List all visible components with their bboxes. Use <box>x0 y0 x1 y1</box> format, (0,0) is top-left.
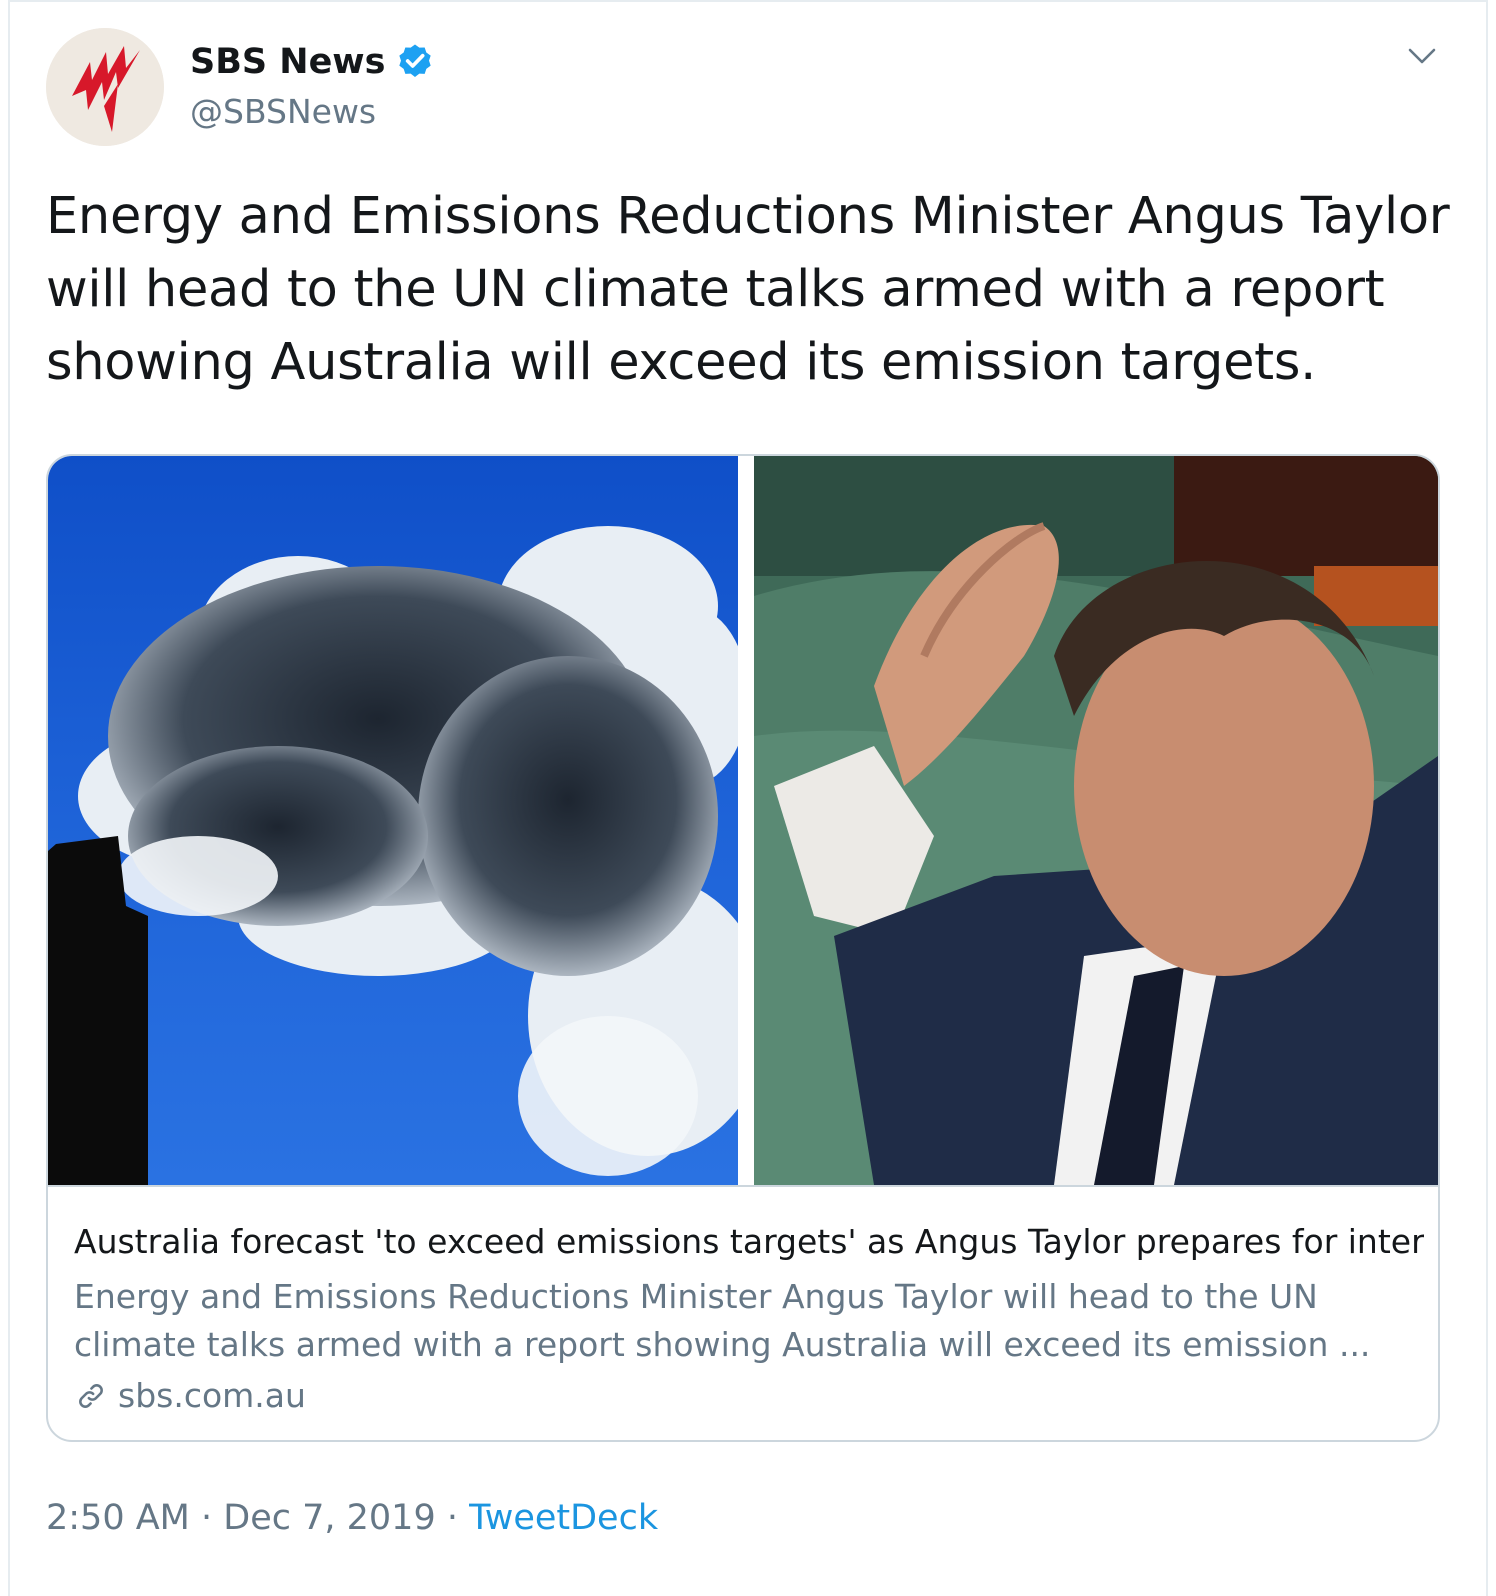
tweet-time[interactable]: 2:50 AM <box>46 1498 190 1538</box>
minister-photo <box>754 456 1438 1185</box>
sbs-logo-icon <box>46 28 164 146</box>
chevron-down-icon[interactable] <box>1404 38 1440 74</box>
meta-separator: · <box>189 1498 224 1538</box>
link-icon <box>79 1384 103 1408</box>
card-media[interactable] <box>48 456 1438 1185</box>
card-domain[interactable]: sbs.com.au <box>74 1375 306 1417</box>
smokestack-photo <box>48 456 738 1185</box>
media-divider <box>738 456 754 1185</box>
tweet-meta: 2:50 AM · Dec 7, 2019 · TweetDeck <box>46 1494 658 1542</box>
card-title[interactable]: Australia forecast 'to exceed emissions … <box>74 1221 1424 1263</box>
author-name-row[interactable]: SBS News <box>190 40 435 84</box>
link-card[interactable]: Australia forecast 'to exceed emissions … <box>46 454 1440 1442</box>
card-description: Energy and Emissions Reductions Minister… <box>74 1277 1371 1364</box>
author-handle[interactable]: @SBSNews <box>190 90 376 134</box>
avatar[interactable] <box>46 28 164 146</box>
tweet-date[interactable]: Dec 7, 2019 <box>223 1498 435 1538</box>
tweet-source-app[interactable]: TweetDeck <box>469 1498 658 1538</box>
meta-separator: · <box>435 1498 470 1538</box>
card-domain-text[interactable]: sbs.com.au <box>118 1375 306 1417</box>
tweet-text: Energy and Emissions Reductions Minister… <box>46 187 1450 392</box>
verified-badge-icon <box>399 44 432 77</box>
card-body[interactable]: Australia forecast 'to exceed emissions … <box>48 1185 1438 1415</box>
author-display-name[interactable]: SBS News <box>190 40 385 84</box>
